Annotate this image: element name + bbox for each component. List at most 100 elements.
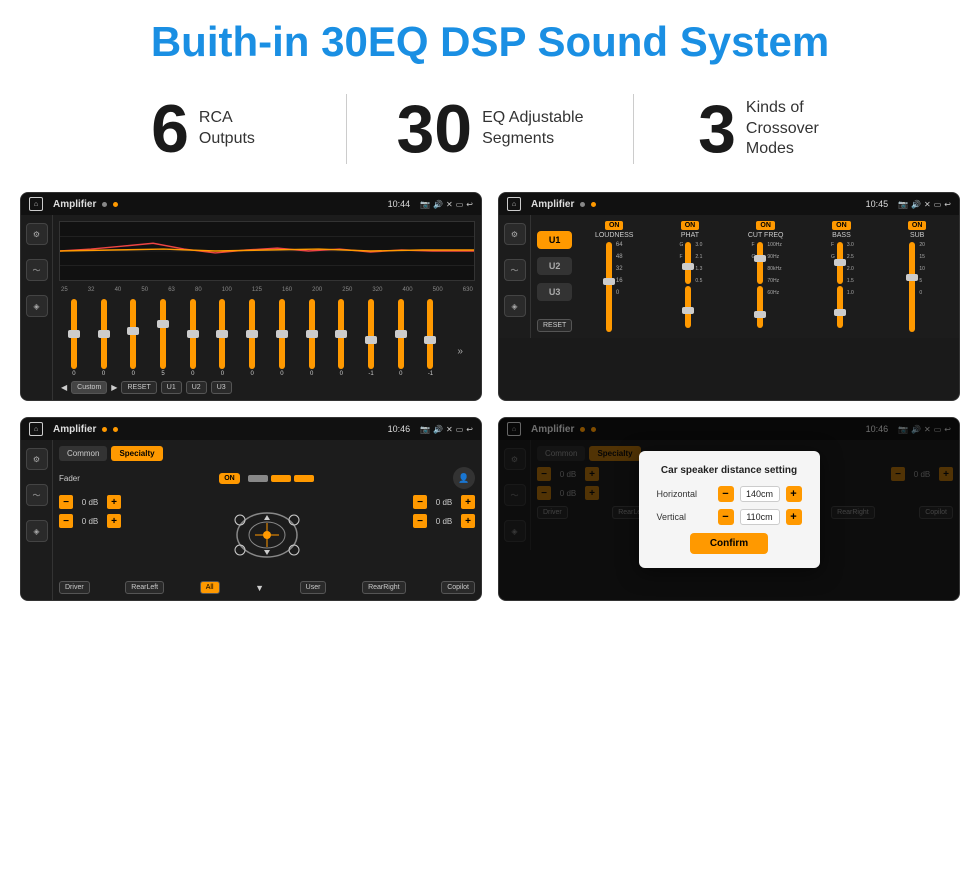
bass-slider-2[interactable] — [837, 286, 843, 328]
vertical-value: 110cm — [740, 509, 780, 525]
fader-bar-1 — [248, 475, 268, 482]
eq-slider-3[interactable]: 0 — [120, 299, 146, 377]
crossover-controls: ON LOUDNESS 64 48 32 16 0 — [578, 221, 953, 332]
freq-400: 400 — [403, 287, 413, 293]
eq-next-btn[interactable]: ▶ — [111, 383, 117, 392]
eq-status-bar: ⌂ Amplifier 10:44 📷 🔊 ✕ ▭ ↩ — [21, 193, 481, 215]
fader-back-icon: ↩ — [466, 425, 473, 434]
vol-minus-3[interactable]: − — [413, 495, 427, 509]
eq-slider-7[interactable]: 0 — [239, 299, 265, 377]
eq-custom-btn[interactable]: Custom — [71, 381, 107, 394]
crossover-left-sidebar: ⚙ 〜 ◈ — [499, 215, 531, 338]
fader-home-icon[interactable]: ⌂ — [29, 422, 43, 436]
tab-specialty[interactable]: Specialty — [111, 446, 162, 461]
eq-sidebar-btn-1[interactable]: ⚙ — [26, 223, 48, 245]
eq-slider-9[interactable]: 0 — [299, 299, 325, 377]
horizontal-minus-btn[interactable]: − — [718, 486, 734, 502]
vertical-minus-btn[interactable]: − — [718, 509, 734, 525]
vol-plus-1[interactable]: + — [107, 495, 121, 509]
cross-reset-btn[interactable]: RESET — [537, 319, 572, 332]
eq-graph — [59, 221, 475, 281]
u3-btn[interactable]: U3 — [537, 283, 572, 301]
cutfreq-slider-1[interactable] — [757, 242, 763, 284]
vol-minus-1[interactable]: − — [59, 495, 73, 509]
rearleft-btn[interactable]: RearLeft — [125, 581, 164, 594]
vol-minus-2[interactable]: − — [59, 514, 73, 528]
eq-slider-11[interactable]: -1 — [358, 299, 384, 377]
vol-minus-4[interactable]: − — [413, 514, 427, 528]
phat-vals: 3.0 2.1 1.3 0.5 — [695, 242, 702, 332]
horizontal-plus-btn[interactable]: + — [786, 486, 802, 502]
cross-sidebar-btn-1[interactable]: ⚙ — [504, 223, 526, 245]
phat-vals-left: GF — [680, 242, 684, 332]
driver-btn[interactable]: Driver — [59, 581, 90, 594]
u2-btn[interactable]: U2 — [537, 257, 572, 275]
rearright-btn[interactable]: RearRight — [362, 581, 406, 594]
fader-time: 10:46 — [388, 424, 411, 434]
fader-sidebar-btn-1[interactable]: ⚙ — [26, 448, 48, 470]
vol-plus-3[interactable]: + — [461, 495, 475, 509]
eq-slider-8[interactable]: 0 — [269, 299, 295, 377]
cross-sidebar-btn-2[interactable]: 〜 — [504, 259, 526, 281]
freq-25: 25 — [61, 287, 68, 293]
cutfreq-on-badge[interactable]: ON — [756, 221, 775, 230]
fader-sidebar-btn-2[interactable]: 〜 — [26, 484, 48, 506]
eq-slider-5[interactable]: 0 — [180, 299, 206, 377]
user-btn[interactable]: User — [300, 581, 327, 594]
eq-slider-13[interactable]: -1 — [418, 299, 444, 377]
eq-sidebar-btn-3[interactable]: ◈ — [26, 295, 48, 317]
u1-btn[interactable]: U1 — [537, 231, 572, 249]
page-title: Buith-in 30EQ DSP Sound System — [0, 0, 980, 76]
vol-plus-4[interactable]: + — [461, 514, 475, 528]
loudness-slider[interactable] — [606, 242, 612, 332]
phat-slider-f[interactable] — [685, 286, 691, 328]
down-arrow-btn[interactable]: ▼ — [255, 583, 264, 593]
all-btn[interactable]: All — [200, 581, 220, 594]
eq-screen-body: ⚙ 〜 ◈ 2 — [21, 215, 481, 400]
vol-value-2: 0 dB — [76, 517, 104, 526]
sub-on-badge[interactable]: ON — [908, 221, 927, 230]
cross-sidebar-btn-3[interactable]: ◈ — [504, 295, 526, 317]
bass-vals-left: FG — [831, 242, 835, 332]
fader-sidebar-btn-3[interactable]: ◈ — [26, 520, 48, 542]
copilot-btn[interactable]: Copilot — [441, 581, 475, 594]
sub-slider[interactable] — [909, 242, 915, 332]
bass-on-badge[interactable]: ON — [832, 221, 851, 230]
fader-bar-2 — [271, 475, 291, 482]
fader-status-bar: ⌂ Amplifier 10:46 📷 🔊 ✕ ▭ ↩ — [21, 418, 481, 440]
eq-time: 10:44 — [388, 199, 411, 209]
eq-slider-4[interactable]: 5 — [150, 299, 176, 377]
eq-u3-btn[interactable]: U3 — [211, 381, 232, 394]
vol-plus-2[interactable]: + — [107, 514, 121, 528]
eq-slider-6[interactable]: 0 — [210, 299, 236, 377]
eq-sidebar-btn-2[interactable]: 〜 — [26, 259, 48, 281]
crossover-home-icon[interactable]: ⌂ — [507, 197, 521, 211]
eq-prev-btn[interactable]: ◀ — [61, 383, 67, 392]
eq-slider-2[interactable]: 0 — [91, 299, 117, 377]
bass-vals: 3.0 2.5 2.0 1.5 1.0 — [847, 242, 854, 332]
cutfreq-slider-2[interactable] — [757, 286, 763, 328]
eq-screen: ⌂ Amplifier 10:44 📷 🔊 ✕ ▭ ↩ ⚙ 〜 ◈ — [20, 192, 482, 401]
eq-slider-10[interactable]: 0 — [328, 299, 354, 377]
loudness-on-badge[interactable]: ON — [605, 221, 624, 230]
tab-common[interactable]: Common — [59, 446, 107, 461]
phat-slider-g[interactable] — [685, 242, 691, 284]
eq-slider-1[interactable]: 0 — [61, 299, 87, 377]
crossover-screen: ⌂ Amplifier 10:45 📷 🔊 ✕ ▭ ↩ ⚙ 〜 ◈ U1 — [498, 192, 960, 401]
home-icon[interactable]: ⌂ — [29, 197, 43, 211]
bass-slider-1[interactable] — [837, 242, 843, 284]
eq-u2-btn[interactable]: U2 — [186, 381, 207, 394]
fader-settings-icon[interactable]: 👤 — [453, 467, 475, 489]
cutfreq-vals: 100Hz 90Hz 80kHz 70Hz 60Hz — [767, 242, 781, 332]
speaker-diagram — [125, 495, 409, 575]
eq-expand-btn[interactable]: » — [447, 346, 473, 377]
fader-on-toggle[interactable]: ON — [219, 473, 240, 484]
eq-reset-btn[interactable]: RESET — [121, 381, 156, 394]
eq-u1-btn[interactable]: U1 — [161, 381, 182, 394]
eq-slider-12[interactable]: 0 — [388, 299, 414, 377]
vertical-plus-btn[interactable]: + — [786, 509, 802, 525]
phat-on-badge[interactable]: ON — [681, 221, 700, 230]
stat-label-eq: EQ AdjustableSegments — [482, 108, 583, 150]
dialog-vertical-row: Vertical − 110cm + — [657, 509, 802, 525]
confirm-button[interactable]: Confirm — [690, 533, 768, 554]
